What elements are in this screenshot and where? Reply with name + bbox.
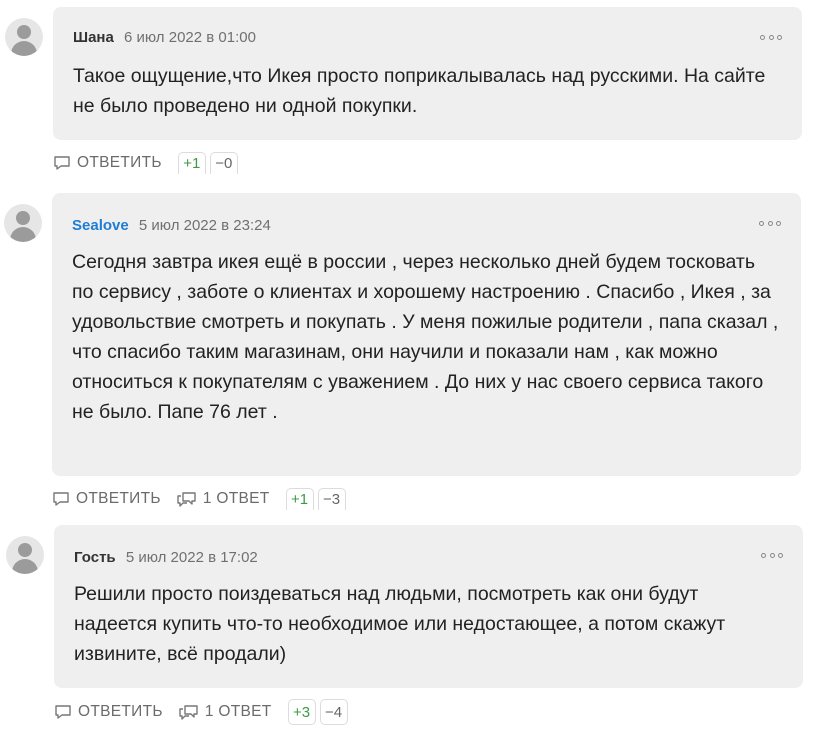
reply-button[interactable]: ОТВЕТИТЬ [52,490,161,508]
avatar[interactable] [4,204,42,242]
reply-icon [54,156,70,170]
avatar[interactable] [5,18,43,56]
upvote-button[interactable]: +3 [287,699,316,725]
avatar[interactable] [6,536,44,574]
comment-text: Такое ощущение,что Икея просто поприкалы… [73,65,766,117]
replies-icon [179,705,198,720]
avatar-head [18,543,32,557]
replies-count-button[interactable]: 1 ОТВЕТ [179,703,272,721]
comment-actions: ОТВЕТИТЬ 1 ОТВЕТ +3 −4 [54,699,352,725]
reply-label: ОТВЕТИТЬ [78,703,163,720]
avatar-body [10,227,36,242]
comment-meta: Гость 5 июл 2022 в 17:02 [74,549,258,567]
comment-text: Решили просто поиздеваться над людьми, п… [74,583,726,665]
avatar-head [16,211,30,225]
comment-bubble: Sealove 5 июл 2022 в 23:24 Сегодня завтр… [52,193,801,476]
comment-bubble: Гость 5 июл 2022 в 17:02 Решили просто п… [54,525,803,688]
downvote-button[interactable]: −0 [209,152,238,174]
comment-date[interactable]: 6 июл 2022 в 01:00 [124,29,256,46]
more-options-icon[interactable] [759,219,781,227]
avatar-body [12,559,38,574]
replies-count: 1 ОТВЕТ [204,703,272,720]
comment-meta: Шана 6 июл 2022 в 01:00 [73,29,256,47]
more-options-icon[interactable] [760,33,782,41]
replies-icon [177,492,196,507]
avatar-head [17,25,31,39]
reply-button[interactable]: ОТВЕТИТЬ [54,703,163,721]
comment-author: Шана [73,29,114,46]
downvote-button[interactable]: −4 [319,699,348,725]
comment-meta: Sealove 5 июл 2022 в 23:24 [72,217,271,235]
comment-author[interactable]: Sealove [72,217,129,234]
avatar-body [11,41,37,56]
comment-text: Сегодня завтра икея ещё в россии , через… [72,251,779,423]
reply-icon [55,705,71,719]
reply-button[interactable]: ОТВЕТИТЬ [53,154,162,172]
replies-count-button[interactable]: 1 ОТВЕТ [177,490,270,508]
more-options-icon[interactable] [761,551,783,559]
comment-author: Гость [74,549,116,566]
downvote-button[interactable]: −3 [317,488,346,510]
comment-actions: ОТВЕТИТЬ +1 −0 [53,150,242,176]
comment-date[interactable]: 5 июл 2022 в 23:24 [139,217,271,234]
comment-bubble: Шана 6 июл 2022 в 01:00 Такое ощущение,ч… [53,7,802,140]
upvote-button[interactable]: +1 [177,152,206,174]
reply-icon [53,492,69,506]
comment-date[interactable]: 5 июл 2022 в 17:02 [126,549,258,566]
reply-label: ОТВЕТИТЬ [76,490,161,507]
reply-label: ОТВЕТИТЬ [77,154,162,171]
comment-actions: ОТВЕТИТЬ 1 ОТВЕТ +1 −3 [52,486,350,512]
replies-count: 1 ОТВЕТ [202,490,270,507]
upvote-button[interactable]: +1 [285,488,314,510]
